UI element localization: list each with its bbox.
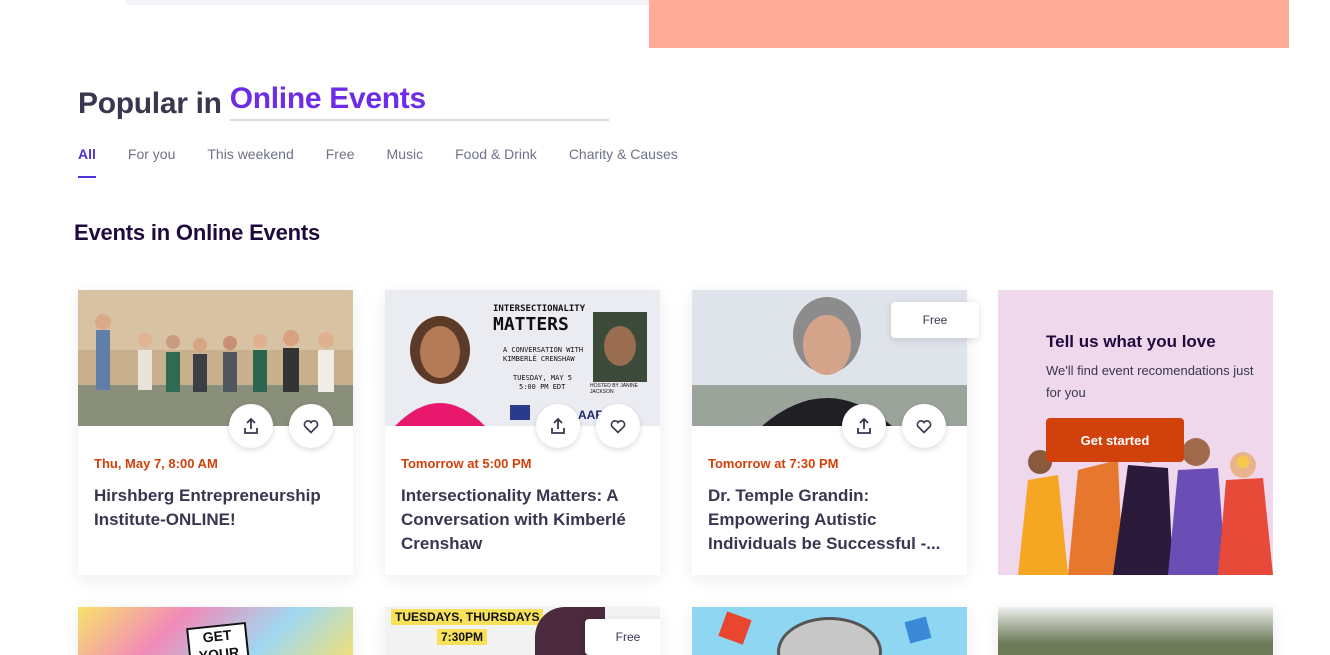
poster-line1: INTERSECTIONALITY bbox=[493, 304, 586, 314]
poster-hosted: HOSTED BY JANINE JACKSON bbox=[590, 383, 638, 395]
event-card[interactable]: Thu, May 7, 8:00 AM Hirshberg Entreprene… bbox=[78, 290, 353, 575]
tab-all[interactable]: All bbox=[78, 146, 96, 178]
band-photo bbox=[998, 607, 1273, 655]
tab-charity-causes[interactable]: Charity & Causes bbox=[569, 146, 678, 178]
share-icon bbox=[244, 417, 258, 434]
cube-illustration bbox=[904, 616, 932, 644]
event-date: Tomorrow at 5:00 PM bbox=[401, 456, 532, 471]
free-badge: Free bbox=[585, 619, 660, 655]
promo-card: Tell us what you love We'll find event r… bbox=[998, 290, 1273, 575]
poster-time: 7:30PM bbox=[437, 629, 488, 645]
event-card[interactable]: GET YOUR bbox=[78, 607, 353, 655]
free-badge: Free bbox=[891, 302, 979, 338]
cube-illustration bbox=[718, 611, 752, 645]
location-input[interactable]: Online Events bbox=[229, 80, 609, 121]
share-icon bbox=[857, 417, 871, 434]
event-card[interactable]: Free Tomorrow at 7:30 PM Dr. Temple Gran… bbox=[692, 290, 979, 575]
poster-days: TUESDAYS, THURSDAYS bbox=[391, 609, 544, 625]
popular-label: Popular in bbox=[78, 87, 222, 120]
like-button[interactable] bbox=[596, 404, 640, 448]
share-button[interactable] bbox=[842, 404, 886, 448]
top-strip bbox=[126, 0, 649, 5]
poster-line2: MATTERS bbox=[493, 314, 569, 335]
heart-icon bbox=[303, 420, 319, 434]
event-card[interactable]: INTERSECTIONALITY MATTERS A CONVERSATION… bbox=[385, 290, 660, 575]
poster-line6: 5:00 PM EDT bbox=[519, 383, 566, 391]
heart-icon bbox=[916, 420, 932, 434]
event-date: Thu, May 7, 8:00 AM bbox=[94, 456, 218, 471]
promo-subtitle: We'll find event recomendations just for… bbox=[1046, 363, 1254, 400]
brain-illustration bbox=[777, 617, 882, 655]
section-title: Events in Online Events bbox=[74, 220, 321, 245]
heart-icon bbox=[610, 420, 626, 434]
event-title[interactable]: Intersectionality Matters: A Conversatio… bbox=[401, 484, 644, 556]
banner-image bbox=[649, 0, 1289, 48]
tab-free[interactable]: Free bbox=[326, 146, 355, 178]
tab-this-weekend[interactable]: This weekend bbox=[207, 146, 293, 178]
poster-text: GET YOUR bbox=[186, 621, 250, 655]
get-started-button[interactable]: Get started bbox=[1046, 418, 1184, 462]
event-title[interactable]: Hirshberg Entrepreneurship Institute-ONL… bbox=[94, 484, 337, 532]
event-card[interactable] bbox=[692, 607, 967, 655]
event-card[interactable] bbox=[998, 607, 1273, 655]
poster-line4: KIMBERLÉ CRENSHAW bbox=[503, 355, 575, 363]
promo-title: Tell us what you love bbox=[1046, 332, 1216, 351]
tab-music[interactable]: Music bbox=[387, 146, 424, 178]
event-card[interactable]: TUESDAYS, THURSDAYS 7:30PM Free bbox=[385, 607, 660, 655]
event-title[interactable]: Dr. Temple Grandin: Empowering Autistic … bbox=[708, 484, 951, 556]
event-date: Tomorrow at 7:30 PM bbox=[708, 456, 839, 471]
share-icon bbox=[551, 417, 565, 434]
share-button[interactable] bbox=[229, 404, 273, 448]
tab-for-you[interactable]: For you bbox=[128, 146, 175, 178]
share-button[interactable] bbox=[536, 404, 580, 448]
poster-line5: TUESDAY, MAY 5 bbox=[513, 374, 573, 382]
popular-heading: Popular in Online Events bbox=[78, 80, 609, 121]
tab-food-drink[interactable]: Food & Drink bbox=[455, 146, 537, 178]
like-button[interactable] bbox=[289, 404, 333, 448]
poster-line3: A CONVERSATION WITH bbox=[503, 346, 584, 354]
like-button[interactable] bbox=[902, 404, 946, 448]
category-tabs: All For you This weekend Free Music Food… bbox=[78, 146, 710, 178]
